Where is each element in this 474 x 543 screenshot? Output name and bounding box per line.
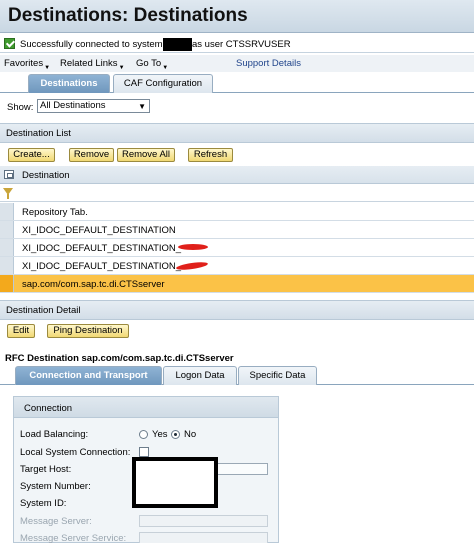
destination-cell: XI_IDOC_DEFAULT_DESTINATION_ [22, 243, 182, 254]
support-details-link[interactable]: Support Details [236, 58, 301, 69]
rfc-destination-title: RFC Destination sap.com/com.sap.tc.di.CT… [5, 353, 234, 364]
refresh-button[interactable]: Refresh [188, 148, 233, 162]
redaction-scribble [178, 244, 208, 250]
menu-bar: Favorites▼ Related Links▼ Go To▼ Support… [0, 55, 474, 72]
menu-favorites-label: Favorites [4, 58, 44, 69]
menu-go-to[interactable]: Go To▼ [136, 58, 168, 71]
status-message-prefix: Successfully connected to system [20, 39, 163, 50]
table-row-selected[interactable]: sap.com/com.sap.tc.di.CTSserver [0, 275, 474, 293]
local-system-connection-label: Local System Connection: [20, 447, 131, 458]
table-row[interactable]: XI_IDOC_DEFAULT_DESTINATION_ [0, 257, 474, 275]
local-system-connection-checkbox[interactable] [139, 447, 149, 457]
tab-caf-configuration[interactable]: CAF Configuration [113, 74, 213, 93]
chevron-down-icon: ▼ [118, 65, 125, 71]
remove-all-button[interactable]: Remove All [117, 148, 175, 162]
target-host-label: Target Host: [20, 464, 72, 475]
menu-related-links-label: Related Links [60, 58, 118, 69]
load-balancing-no-label: No [184, 429, 197, 440]
row-selector[interactable] [0, 203, 14, 220]
row-selector[interactable] [0, 275, 14, 292]
create-button[interactable]: Create... [8, 148, 55, 162]
remove-button[interactable]: Remove [69, 148, 114, 162]
system-id-label: System ID: [20, 498, 67, 509]
show-select-value: All Destinations [40, 100, 106, 111]
menu-go-to-label: Go To [136, 58, 162, 69]
chevron-down-icon: ▼ [44, 65, 51, 71]
tab-specific-data[interactable]: Specific Data [238, 366, 317, 385]
system-number-label: System Number: [20, 481, 91, 492]
load-balancing-label: Load Balancing: [20, 429, 89, 440]
table-row[interactable]: XI_IDOC_DEFAULT_DESTINATION_ [0, 239, 474, 257]
load-balancing-no-radio[interactable] [171, 430, 180, 439]
page-title-bar: Destinations: Destinations [0, 0, 474, 33]
message-server-service-input [139, 532, 268, 543]
show-label: Show: [7, 102, 34, 113]
success-check-icon [4, 38, 15, 49]
destination-cell: sap.com/com.sap.tc.di.CTSserver [22, 279, 165, 290]
tab-destinations[interactable]: Destinations [28, 74, 110, 93]
load-balancing-yes-radio[interactable] [139, 430, 148, 439]
destination-detail-title: Destination Detail [6, 305, 81, 316]
edit-button[interactable]: Edit [7, 324, 35, 338]
page-title: Destinations: Destinations [8, 5, 248, 26]
table-row[interactable]: Repository Tab. [0, 203, 474, 221]
redaction-box [132, 457, 218, 508]
select-all-icon[interactable] [4, 170, 14, 179]
destination-cell: Repository Tab. [22, 207, 88, 218]
column-header-destination[interactable]: Destination [22, 170, 70, 181]
table-filter-row [0, 185, 474, 202]
status-message-suffix: as user CTSSRVUSER [192, 39, 291, 50]
table-row[interactable]: XI_IDOC_DEFAULT_DESTINATION [0, 221, 474, 239]
row-selector[interactable] [0, 257, 14, 274]
menu-related-links[interactable]: Related Links▼ [60, 58, 125, 71]
row-selector[interactable] [0, 221, 14, 238]
tab-connection-and-transport[interactable]: Connection and Transport [15, 366, 162, 385]
ping-destination-button[interactable]: Ping Destination [47, 324, 129, 338]
message-server-label: Message Server: [20, 516, 92, 527]
destination-detail-header: Destination Detail [0, 300, 474, 320]
chevron-down-icon: ▼ [162, 65, 169, 71]
destination-cell: XI_IDOC_DEFAULT_DESTINATION [22, 225, 176, 236]
chevron-down-icon: ▼ [138, 102, 146, 111]
connection-group-header: Connection [13, 396, 279, 418]
filter-icon[interactable] [3, 188, 13, 199]
destination-list-header: Destination List [0, 123, 474, 143]
connection-group-title: Connection [24, 403, 73, 414]
load-balancing-yes-label: Yes [152, 429, 168, 440]
redaction-box [163, 38, 192, 51]
table-header: Destination [0, 166, 474, 184]
message-server-service-label: Message Server Service: [20, 533, 127, 543]
row-selector[interactable] [0, 239, 14, 256]
message-server-input [139, 515, 268, 527]
menu-favorites[interactable]: Favorites▼ [4, 58, 50, 71]
destination-cell: XI_IDOC_DEFAULT_DESTINATION_ [22, 261, 182, 272]
destination-list-title: Destination List [6, 128, 71, 139]
tab-logon-data[interactable]: Logon Data [163, 366, 237, 385]
show-select[interactable]: All Destinations ▼ [37, 99, 150, 113]
status-message-bar: Successfully connected to system as user… [0, 35, 474, 53]
